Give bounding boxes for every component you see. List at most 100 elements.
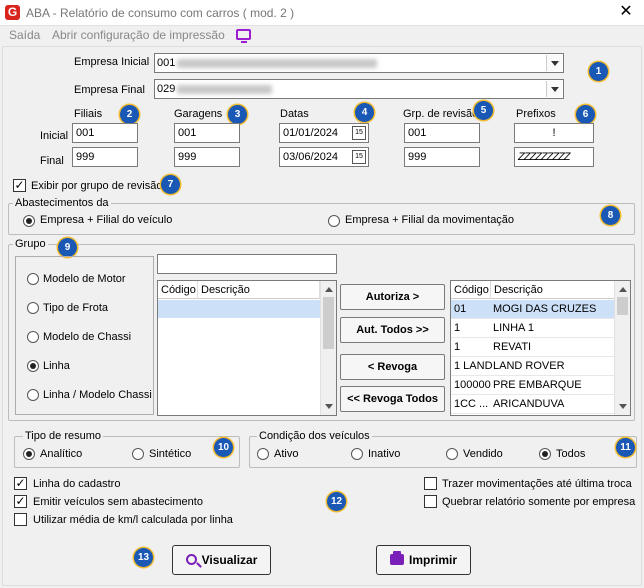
grupo-option-modelo-motor: Modelo de Motor — [43, 273, 126, 285]
authorized-grid-scrollbar[interactable] — [614, 281, 630, 415]
grupo-search-input[interactable] — [157, 254, 337, 274]
resumo-sintetico-radio[interactable] — [132, 448, 144, 460]
monitor-icon[interactable] — [236, 29, 251, 43]
resumo-analitico-label: Analítico — [40, 448, 83, 460]
grupo-radio-linha-modelo-chassi[interactable] — [27, 389, 39, 401]
resumo-sintetico-label: Sintético — [149, 448, 192, 460]
empresa-inicial-label: Empresa Inicial — [74, 56, 150, 68]
empresa-final-select[interactable]: 029 — [154, 79, 564, 99]
exibir-grupo-checkbox[interactable]: ✓ — [13, 179, 26, 192]
menu-item-saida[interactable]: Saída — [9, 28, 40, 42]
table-row[interactable]: 1 REVATI — [451, 338, 615, 357]
empresa-inicial-select[interactable]: 001 — [154, 53, 564, 73]
scroll-up-icon[interactable] — [325, 287, 333, 292]
prefixo-inicial-input[interactable]: ! — [514, 123, 594, 143]
close-icon[interactable]: ✕ — [612, 2, 640, 22]
quebrar-checkbox[interactable] — [424, 495, 437, 508]
available-grid-scrollbar[interactable] — [320, 281, 336, 415]
grupo-radio-modelo-chassi[interactable] — [27, 331, 39, 343]
badge-6: 6 — [576, 105, 595, 124]
condicao-todos-radio[interactable] — [539, 448, 551, 460]
prefixo-final-input[interactable]: ZZZZZZZZZ — [514, 147, 594, 167]
data-inicial-input[interactable]: 01/01/2024 15 — [279, 123, 369, 143]
revoga-todos-button[interactable]: << Revoga Todos — [340, 386, 445, 412]
menu-item-abrir-config[interactable]: Abrir configuração de impressão — [52, 28, 225, 42]
grupo-radio-modelo-motor[interactable] — [27, 273, 39, 285]
autoriza-button[interactable]: Autoriza > — [340, 284, 445, 310]
garagem-inicial-input[interactable]: 001 — [174, 123, 240, 143]
abast-option-mov-label: Empresa + Filial da movimentação — [345, 214, 515, 226]
authorized-grid-header-descricao[interactable]: Descrição — [491, 281, 615, 299]
badge-2: 2 — [120, 105, 139, 124]
grp-revisao-label: Grp. de revisão — [403, 108, 479, 120]
emitir-sem-abast-checkbox[interactable]: ✓ — [14, 495, 27, 508]
quebrar-label: Quebrar relatório somente por empresa — [442, 496, 636, 508]
abast-option-mov-radio[interactable] — [328, 215, 340, 227]
imprimir-button[interactable]: Imprimir — [376, 545, 471, 575]
filial-final-input[interactable]: 999 — [72, 147, 138, 167]
printer-icon — [389, 551, 404, 565]
badge-13: 13 — [134, 548, 153, 567]
scroll-down-icon[interactable] — [325, 404, 333, 409]
available-grid-header-descricao[interactable]: Descrição — [198, 281, 320, 299]
linha-cadastro-checkbox[interactable]: ✓ — [14, 477, 27, 490]
chevron-down-icon[interactable] — [546, 55, 562, 71]
condicao-inativo-radio[interactable] — [351, 448, 363, 460]
condicao-title: Condição dos veículos — [257, 430, 372, 442]
scroll-down-icon[interactable] — [619, 404, 627, 409]
badge-3: 3 — [228, 105, 247, 124]
condicao-inativo-label: Inativo — [368, 448, 401, 460]
datas-label: Datas — [280, 108, 309, 120]
garagens-label: Garagens — [174, 108, 223, 120]
data-final-input[interactable]: 03/06/2024 15 — [279, 147, 369, 167]
badge-5: 5 — [474, 101, 493, 120]
badge-12: 12 — [327, 492, 346, 511]
table-row[interactable]: 1 LINHA 1 — [451, 319, 615, 338]
condicao-vendido-radio[interactable] — [446, 448, 458, 460]
table-row[interactable]: 1CC ... ARICANDUVA — [451, 395, 615, 414]
authorized-grid-header-codigo[interactable]: Código — [451, 281, 491, 299]
visualizar-button[interactable]: Visualizar — [172, 545, 271, 575]
available-grid-selected-row[interactable] — [158, 300, 320, 318]
abast-option-veiculo-label: Empresa + Filial do veículo — [40, 214, 173, 226]
badge-9: 9 — [58, 238, 77, 257]
calendar-icon[interactable]: 15 — [352, 150, 366, 164]
filiais-label: Filiais — [74, 108, 103, 120]
condicao-ativo-label: Ativo — [274, 448, 299, 460]
garagem-final-input[interactable]: 999 — [174, 147, 240, 167]
trazer-mov-checkbox[interactable] — [424, 477, 437, 490]
authorized-grid[interactable]: Código Descrição 01 MOGI DAS CRUZES 1 LI… — [450, 280, 631, 416]
prefixos-label: Prefixos — [516, 108, 556, 120]
scroll-up-icon[interactable] — [619, 287, 627, 292]
grp-revisao-final-input[interactable]: 999 — [404, 147, 480, 167]
abastecimentos-title: Abastecimentos da — [13, 197, 111, 209]
filial-inicial-input[interactable]: 001 — [72, 123, 138, 143]
table-row[interactable]: 01 MOGI DAS CRUZES — [451, 300, 615, 319]
revoga-button[interactable]: < Revoga — [340, 354, 445, 380]
media-km-checkbox[interactable] — [14, 513, 27, 526]
condicao-ativo-radio[interactable] — [257, 448, 269, 460]
aut-todos-button[interactable]: Aut. Todos >> — [340, 317, 445, 343]
table-row[interactable]: 100000 PRE EMBARQUE — [451, 376, 615, 395]
chevron-down-icon[interactable] — [546, 81, 562, 97]
badge-1: 1 — [589, 62, 608, 81]
resumo-analitico-radio[interactable] — [23, 448, 35, 460]
app-logo-icon: G — [5, 5, 20, 20]
badge-4: 4 — [355, 103, 374, 122]
badge-11: 11 — [616, 438, 635, 457]
available-grid[interactable]: Código Descrição — [157, 280, 337, 416]
grupo-radio-linha[interactable] — [27, 360, 39, 372]
grupo-radio-tipo-frota[interactable] — [27, 302, 39, 314]
available-grid-header-codigo[interactable]: Código — [158, 281, 198, 299]
window-title: ABA - Relatório de consumo com carros ( … — [26, 6, 295, 20]
abast-option-veiculo-radio[interactable] — [23, 215, 35, 227]
row-label-inicial: Inicial — [40, 130, 69, 142]
table-row[interactable]: 1 LAND LAND ROVER — [451, 357, 615, 376]
grp-revisao-inicial-input[interactable]: 001 — [404, 123, 480, 143]
media-km-label: Utilizar média de km/l calculada por lin… — [33, 514, 233, 526]
tipo-resumo-title: Tipo de resumo — [23, 430, 104, 442]
linha-cadastro-label: Linha do cadastro — [33, 478, 121, 490]
condicao-todos-label: Todos — [556, 448, 586, 460]
grupo-option-linha: Linha — [43, 360, 70, 372]
calendar-icon[interactable]: 15 — [352, 126, 366, 140]
